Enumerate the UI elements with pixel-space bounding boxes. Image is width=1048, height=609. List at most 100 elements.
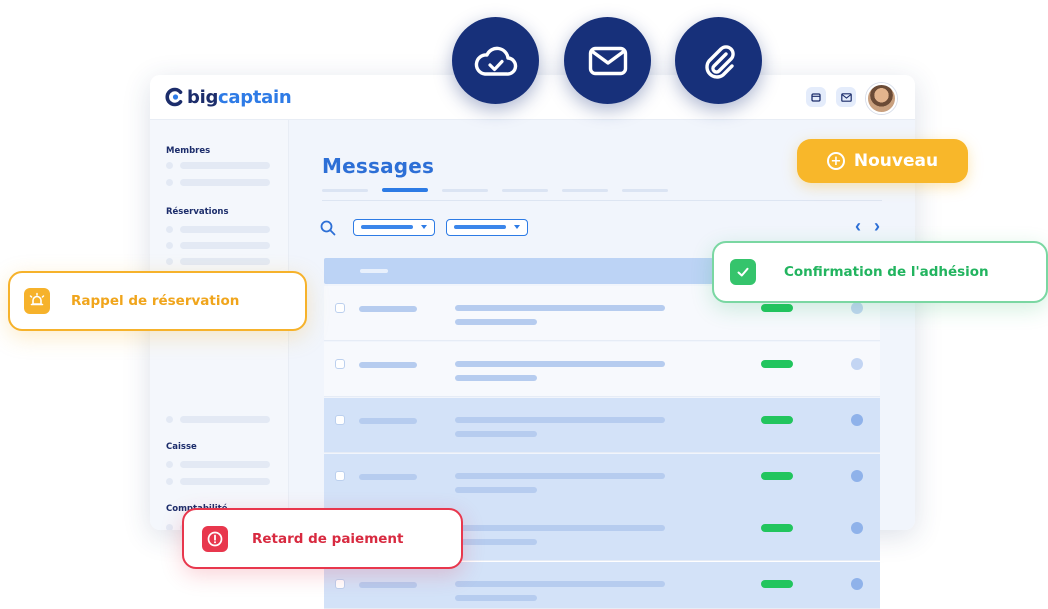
- mail-icon[interactable]: [836, 87, 856, 107]
- chevron-down-icon: [514, 225, 520, 229]
- plus-circle-icon: +: [826, 152, 845, 170]
- sidebar-section-caisse[interactable]: Caisse: [166, 442, 197, 452]
- row-checkbox[interactable]: [335, 415, 345, 425]
- tab-4[interactable]: [502, 189, 548, 192]
- row-action-dot[interactable]: [851, 522, 863, 534]
- sidebar-placeholder-dot: [166, 461, 173, 468]
- row-cell: [455, 581, 665, 587]
- chevron-down-icon: [421, 225, 427, 229]
- sidebar-placeholder-item[interactable]: [180, 179, 270, 186]
- sidebar-placeholder-dot: [166, 524, 173, 530]
- sidebar-placeholder-dot: [166, 226, 173, 233]
- sidebar-placeholder-dot: [166, 162, 173, 169]
- tab-6[interactable]: [622, 189, 668, 192]
- row-cell: [455, 431, 537, 437]
- tab-3[interactable]: [442, 189, 488, 192]
- sidebar-section-reservations[interactable]: Réservations: [166, 207, 229, 217]
- filter-dropdown-2[interactable]: [446, 219, 528, 236]
- sidebar-placeholder-dot: [166, 478, 173, 485]
- row-cell: [455, 595, 537, 601]
- row-cell: [455, 319, 537, 325]
- tab-2-active[interactable]: [382, 188, 428, 192]
- check-icon: [730, 259, 756, 285]
- attachment-button[interactable]: [675, 17, 762, 104]
- row-cell: [455, 361, 665, 367]
- calendar-icon[interactable]: [806, 87, 826, 107]
- table-row[interactable]: [324, 342, 880, 397]
- row-action-dot[interactable]: [851, 302, 863, 314]
- new-button-label: Nouveau: [853, 151, 939, 171]
- late-payment-notification[interactable]: Retard de paiement: [182, 508, 463, 569]
- table-row[interactable]: [324, 454, 880, 509]
- reminder-label: Rappel de réservation: [71, 293, 240, 309]
- sidebar-placeholder-item[interactable]: [180, 461, 270, 468]
- mail-icon: [588, 46, 627, 75]
- row-checkbox[interactable]: [335, 303, 345, 313]
- chevron-left-icon[interactable]: ‹: [855, 216, 861, 237]
- row-checkbox[interactable]: [335, 359, 345, 369]
- row-cell: [359, 418, 417, 424]
- tab-5[interactable]: [562, 189, 608, 192]
- filter-placeholder: [361, 225, 413, 229]
- row-checkbox[interactable]: [335, 471, 345, 481]
- status-badge: [761, 580, 793, 588]
- cloud-check-icon: [474, 46, 517, 76]
- page-title: Messages: [322, 154, 435, 178]
- status-badge: [761, 472, 793, 480]
- row-cell: [455, 473, 665, 479]
- paperclip-icon: [704, 44, 735, 79]
- row-cell: [455, 539, 537, 545]
- row-cell: [455, 417, 665, 423]
- row-action-dot[interactable]: [851, 358, 863, 370]
- row-cell: [359, 362, 417, 368]
- table-row[interactable]: [324, 398, 880, 453]
- alarm-bell-icon: [24, 288, 50, 314]
- confirmation-notification[interactable]: Confirmation de l'adhésion: [712, 241, 1048, 303]
- user-avatar[interactable]: [866, 83, 897, 114]
- sidebar-placeholder-dot: [166, 258, 173, 265]
- confirmation-label: Confirmation de l'adhésion: [784, 264, 989, 280]
- row-cell: [359, 582, 417, 588]
- status-badge: [761, 416, 793, 424]
- sidebar-placeholder-item[interactable]: [180, 258, 270, 265]
- sidebar-placeholder-dot: [166, 242, 173, 249]
- sidebar-placeholder-dot: [166, 416, 173, 423]
- sidebar-placeholder-item[interactable]: [180, 416, 270, 423]
- sidebar-placeholder-dot: [166, 179, 173, 186]
- search-icon[interactable]: [320, 220, 336, 236]
- sidebar-placeholder-item[interactable]: [180, 226, 270, 233]
- row-cell: [455, 305, 665, 311]
- filter-placeholder: [454, 225, 506, 229]
- sidebar-placeholder-item[interactable]: [180, 162, 270, 169]
- status-badge: [761, 524, 793, 532]
- new-message-button[interactable]: + Nouveau: [797, 139, 968, 183]
- reminder-notification[interactable]: Rappel de réservation: [8, 271, 307, 331]
- row-action-dot[interactable]: [851, 578, 863, 590]
- tab-1[interactable]: [322, 189, 368, 192]
- sidebar-placeholder-item[interactable]: [180, 478, 270, 485]
- sidebar-placeholder-item[interactable]: [180, 242, 270, 249]
- row-action-dot[interactable]: [851, 414, 863, 426]
- tabs-divider: [322, 200, 882, 201]
- chevron-right-icon[interactable]: ›: [874, 216, 880, 237]
- sidebar-section-membres[interactable]: Membres: [166, 146, 210, 156]
- row-cell: [455, 525, 665, 531]
- row-cell: [359, 474, 417, 480]
- status-badge: [761, 360, 793, 368]
- row-action-dot[interactable]: [851, 470, 863, 482]
- filter-dropdown-1[interactable]: [353, 219, 435, 236]
- cloud-check-button[interactable]: [452, 17, 539, 104]
- header-placeholder: [360, 269, 388, 273]
- row-checkbox[interactable]: [335, 579, 345, 589]
- row-cell: [455, 375, 537, 381]
- logo[interactable]: bigcaptain: [165, 84, 292, 110]
- table-row[interactable]: [324, 562, 880, 609]
- late-payment-label: Retard de paiement: [252, 530, 404, 547]
- status-badge: [761, 304, 793, 312]
- row-cell: [359, 306, 417, 312]
- row-cell: [455, 487, 537, 493]
- mail-button[interactable]: [564, 17, 651, 104]
- alert-icon: [202, 525, 228, 552]
- logo-mark-icon: [165, 87, 183, 107]
- logo-text: bigcaptain: [187, 86, 292, 108]
